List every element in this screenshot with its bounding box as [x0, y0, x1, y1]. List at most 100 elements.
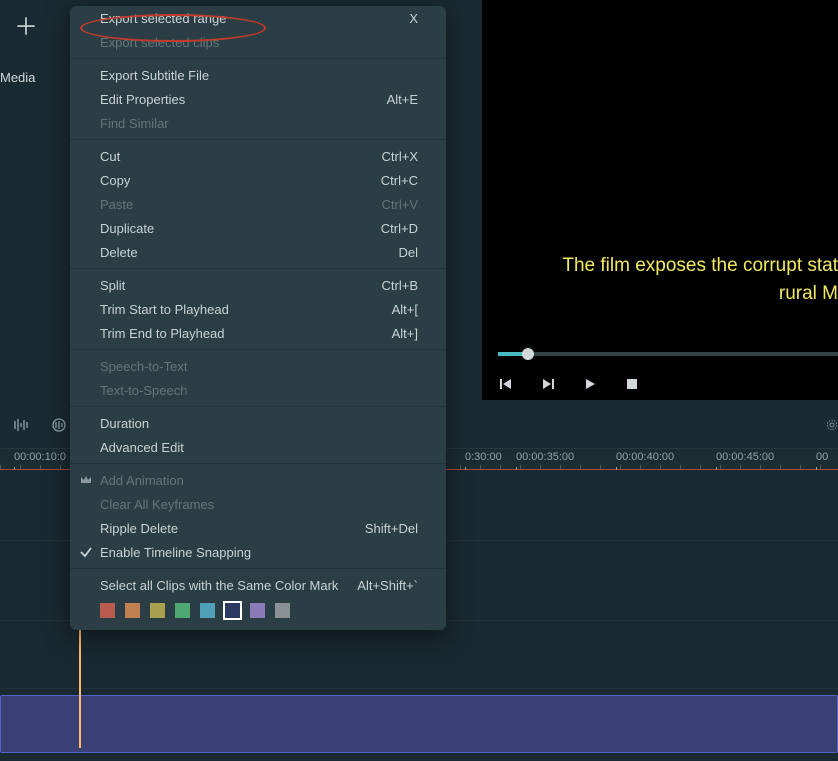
- menu-item-export-selected-range[interactable]: Export selected rangeX: [70, 6, 446, 30]
- menu-item-add-animation: Add Animation: [70, 468, 446, 492]
- menu-separator: [70, 349, 446, 350]
- menu-item-label: Split: [100, 278, 382, 293]
- ruler-tick: 00:00:10:0: [14, 451, 66, 463]
- transport-controls: [498, 376, 640, 392]
- stop-button[interactable]: [624, 376, 640, 392]
- menu-item-label: Edit Properties: [100, 92, 387, 107]
- menu-item-text-to-speech: Text-to-Speech: [70, 378, 446, 402]
- menu-item-label: Text-to-Speech: [100, 383, 418, 398]
- color-swatch-teal[interactable]: [200, 603, 215, 618]
- menu-item-shortcut: Alt+[: [392, 302, 418, 317]
- ruler-tick: 0:30:00: [465, 451, 502, 463]
- menu-item-enable-timeline-snapping[interactable]: Enable Timeline Snapping: [70, 540, 446, 564]
- menu-item-export-subtitle-file[interactable]: Export Subtitle File: [70, 63, 446, 87]
- preview-subtitle: The film exposes the corrupt stat rural …: [482, 252, 838, 308]
- menu-item-label: Speech-to-Text: [100, 359, 418, 374]
- menu-separator: [70, 58, 446, 59]
- menu-item-label: Export selected clips: [100, 35, 418, 50]
- menu-item-paste: PasteCtrl+V: [70, 192, 446, 216]
- menu-item-cut[interactable]: CutCtrl+X: [70, 144, 446, 168]
- menu-item-shortcut: Ctrl+D: [381, 221, 418, 236]
- menu-item-shortcut: X: [409, 11, 418, 26]
- menu-item-shortcut: Del: [398, 245, 418, 260]
- menu-item-label: Duplicate: [100, 221, 381, 236]
- menu-item-shortcut: Ctrl+V: [382, 197, 418, 212]
- prev-frame-button[interactable]: [498, 376, 514, 392]
- color-swatch-green[interactable]: [175, 603, 190, 618]
- menu-item-trim-start-to-playhead[interactable]: Trim Start to PlayheadAlt+[: [70, 297, 446, 321]
- menu-item-find-similar: Find Similar: [70, 111, 446, 135]
- menu-item-ripple-delete[interactable]: Ripple DeleteShift+Del: [70, 516, 446, 540]
- menu-item-duration[interactable]: Duration: [70, 411, 446, 435]
- menu-item-shortcut: Shift+Del: [365, 521, 418, 536]
- menu-item-label: Ripple Delete: [100, 521, 365, 536]
- menu-item-trim-end-to-playhead[interactable]: Trim End to PlayheadAlt+]: [70, 321, 446, 345]
- subtitle-line-2: rural M: [482, 280, 838, 308]
- play-button[interactable]: [582, 376, 598, 392]
- media-tab-label[interactable]: Media: [0, 70, 35, 85]
- ruler-tick: 00: [816, 451, 828, 463]
- menu-item-label: Clear All Keyframes: [100, 497, 418, 512]
- ruler-tick: 00:00:35:00: [516, 451, 574, 463]
- menu-item-label: Trim End to Playhead: [100, 326, 392, 341]
- menu-item-label: Enable Timeline Snapping: [100, 545, 418, 560]
- menu-separator: [70, 463, 446, 464]
- menu-separator: [70, 406, 446, 407]
- menu-item-label: Delete: [100, 245, 398, 260]
- preview-progress-bar[interactable]: [498, 352, 838, 356]
- menu-separator: [70, 568, 446, 569]
- menu-item-label: Duration: [100, 416, 418, 431]
- timeline-clip[interactable]: [0, 695, 838, 753]
- menu-item-speech-to-text: Speech-to-Text: [70, 354, 446, 378]
- menu-item-copy[interactable]: CopyCtrl+C: [70, 168, 446, 192]
- menu-item-edit-properties[interactable]: Edit PropertiesAlt+E: [70, 87, 446, 111]
- menu-separator: [70, 268, 446, 269]
- color-swatch-orange[interactable]: [125, 603, 140, 618]
- timeline-toolbar: [12, 416, 68, 434]
- menu-item-shortcut: Alt+]: [392, 326, 418, 341]
- ruler-tick: 00:00:40:00: [616, 451, 674, 463]
- crown-icon: [78, 472, 94, 488]
- menu-item-label: Add Animation: [100, 473, 418, 488]
- color-swatch-purple[interactable]: [250, 603, 265, 618]
- menu-item-shortcut: Alt+Shift+`: [357, 578, 418, 593]
- menu-item-label: Cut: [100, 149, 382, 164]
- menu-item-shortcut: Ctrl+C: [381, 173, 418, 188]
- color-mark-row: [70, 597, 446, 620]
- menu-item-select-all-clips-with-the-same-color-mark[interactable]: Select all Clips with the Same Color Mar…: [70, 573, 446, 597]
- preview-panel: The film exposes the corrupt stat rural …: [482, 0, 838, 400]
- menu-separator: [70, 139, 446, 140]
- ruler-tick: 00:00:45:00: [716, 451, 774, 463]
- menu-item-export-selected-clips: Export selected clips: [70, 30, 446, 54]
- menu-item-duplicate[interactable]: DuplicateCtrl+D: [70, 216, 446, 240]
- timeline-settings-icon[interactable]: [826, 416, 838, 434]
- menu-item-label: Export selected range: [100, 11, 409, 26]
- color-swatch-olive[interactable]: [150, 603, 165, 618]
- color-swatch-gray[interactable]: [275, 603, 290, 618]
- next-frame-button[interactable]: [540, 376, 556, 392]
- preview-progress-knob[interactable]: [522, 348, 534, 360]
- menu-item-label: Find Similar: [100, 116, 418, 131]
- menu-item-label: Copy: [100, 173, 381, 188]
- color-swatch-red[interactable]: [100, 603, 115, 618]
- context-menu: Export selected rangeX Export selected cl…: [70, 6, 446, 630]
- audio-adjust-icon[interactable]: [50, 416, 68, 434]
- track-separator: [0, 688, 838, 689]
- menu-item-label: Select all Clips with the Same Color Mar…: [100, 578, 357, 593]
- check-icon: [78, 544, 94, 560]
- menu-item-label: Export Subtitle File: [100, 68, 418, 83]
- menu-item-shortcut: Ctrl+X: [382, 149, 418, 164]
- menu-item-clear-all-keyframes: Clear All Keyframes: [70, 492, 446, 516]
- waveform-icon[interactable]: [12, 416, 30, 434]
- menu-item-split[interactable]: SplitCtrl+B: [70, 273, 446, 297]
- menu-item-shortcut: Alt+E: [387, 92, 418, 107]
- subtitle-line-1: The film exposes the corrupt stat: [562, 255, 838, 276]
- menu-item-label: Advanced Edit: [100, 440, 418, 455]
- menu-item-label: Paste: [100, 197, 382, 212]
- add-media-button[interactable]: [8, 8, 44, 44]
- color-swatch-blue[interactable]: [225, 603, 240, 618]
- menu-item-shortcut: Ctrl+B: [382, 278, 418, 293]
- menu-item-advanced-edit[interactable]: Advanced Edit: [70, 435, 446, 459]
- menu-item-delete[interactable]: DeleteDel: [70, 240, 446, 264]
- menu-item-label: Trim Start to Playhead: [100, 302, 392, 317]
